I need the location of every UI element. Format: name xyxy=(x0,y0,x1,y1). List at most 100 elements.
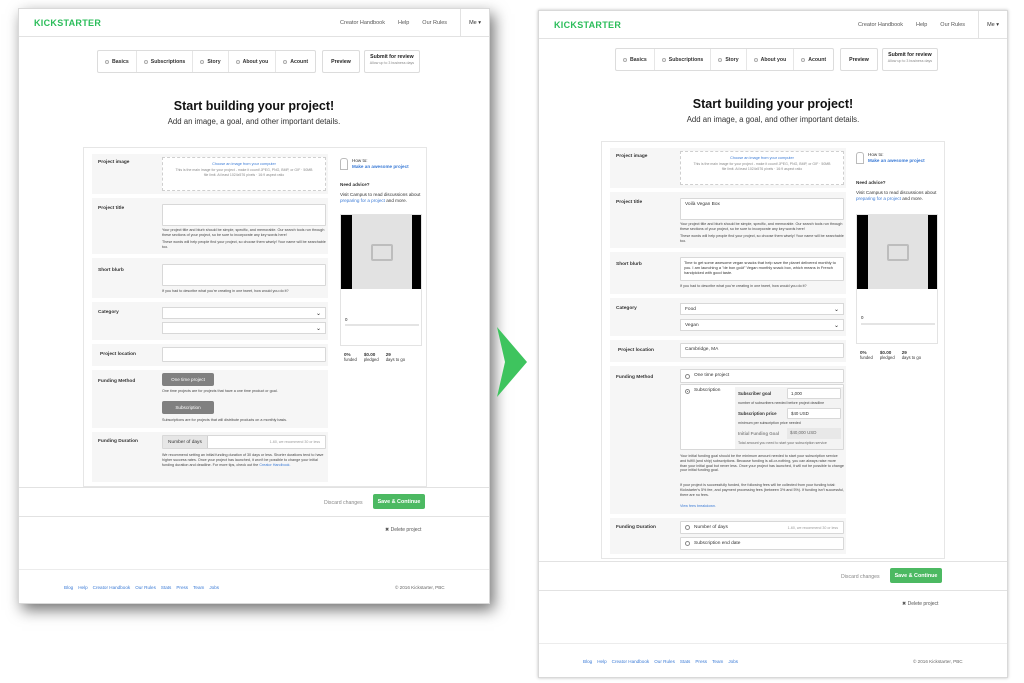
radio-one-time[interactable] xyxy=(685,374,690,379)
project-location-input[interactable]: Cambridge, MA xyxy=(680,343,844,358)
arrow-right-icon xyxy=(497,327,527,397)
choose-image-link[interactable]: Choose an image from your computer xyxy=(163,162,325,166)
tab-basics[interactable]: Basics xyxy=(98,51,137,72)
delete-project-link[interactable]: ✖ Delete project xyxy=(902,601,938,607)
chevron-down-icon: ⌄ xyxy=(315,325,321,332)
project-image-row: Project image Choose an image from your … xyxy=(92,154,328,194)
footer-link-blog[interactable]: Blog xyxy=(64,585,73,590)
nav-our-rules[interactable]: Our Rules xyxy=(422,20,447,26)
image-upload-area[interactable]: Choose an image from your computer This … xyxy=(162,157,326,191)
tab-account[interactable]: Acount xyxy=(794,49,833,70)
submit-for-review-button[interactable]: Submit for review Allow up to 3 business… xyxy=(363,50,421,73)
discard-changes-link[interactable]: Discard changes xyxy=(324,500,363,506)
copyright: © 2016 Kickstarter, PBC xyxy=(395,585,445,590)
one-time-project-button[interactable]: One time project xyxy=(162,373,214,386)
nav-creator-handbook[interactable]: Creator Handbook xyxy=(340,20,385,26)
subscription-option[interactable]: Subscription Subscriber goal 1,000 numbe… xyxy=(680,384,844,450)
tab-subscriptions[interactable]: Subscriptions xyxy=(655,49,712,70)
view-fees-link[interactable]: View fees breakdown. xyxy=(680,504,716,509)
footer-link-jobs[interactable]: Jobs xyxy=(728,659,738,664)
subcategory-select[interactable]: ⌄ xyxy=(162,322,326,334)
footer-link-stats[interactable]: Stats xyxy=(680,659,690,664)
chevron-down-icon: ⌄ xyxy=(833,322,839,329)
delete-project-link[interactable]: ✖ Delete project xyxy=(385,527,421,533)
nav-help[interactable]: Help xyxy=(398,20,409,26)
save-continue-button[interactable]: Save & Continue xyxy=(373,494,425,509)
preview-button[interactable]: Preview xyxy=(322,50,360,73)
submit-for-review-button[interactable]: Submit for review Allow up to 3 business… xyxy=(881,48,939,71)
nav-me-menu[interactable]: Me ▾ xyxy=(460,9,489,36)
duration-end-date-option[interactable]: Subscription end date xyxy=(680,537,844,550)
tab-subscriptions[interactable]: Subscriptions xyxy=(137,51,194,72)
number-of-days-tab[interactable]: Number of days xyxy=(163,436,208,448)
radio-subscription[interactable] xyxy=(685,389,690,394)
radio-number-of-days[interactable] xyxy=(685,525,690,530)
subscription-button[interactable]: Subscription xyxy=(162,401,214,414)
subscriber-goal-input[interactable]: 1,000 xyxy=(787,388,841,399)
footer-link-blog[interactable]: Blog xyxy=(583,659,592,664)
image-upload-area[interactable]: Choose an image from your computer This … xyxy=(680,151,844,185)
footer-link-press[interactable]: Press xyxy=(695,659,707,664)
preparing-link[interactable]: preparing for a project xyxy=(856,196,901,201)
category-select[interactable]: ⌄ xyxy=(162,307,326,319)
funding-method-row: Funding Method One time project Subscrip… xyxy=(610,366,846,514)
project-preview-card: 0 xyxy=(856,214,938,344)
duration-help: We recommend setting an initial funding … xyxy=(162,453,324,467)
tab-about-you[interactable]: About you xyxy=(229,51,277,72)
project-title-input[interactable]: Voilà Vegan Box xyxy=(680,198,844,220)
subcategory-select[interactable]: Vegan ⌄ xyxy=(680,319,844,331)
subscription-price-input[interactable]: $40 USD xyxy=(787,408,841,419)
duration-days-option[interactable]: Number of days 1-60, we recommend 30 or … xyxy=(680,521,844,534)
footer-link-our-rules[interactable]: Our Rules xyxy=(654,659,675,664)
project-title-row: Project title Your project title and blu… xyxy=(92,198,328,254)
tab-basics[interactable]: Basics xyxy=(616,49,655,70)
creator-handbook-link[interactable]: Creator Handbook. xyxy=(259,463,290,467)
footer-link-press[interactable]: Press xyxy=(176,585,188,590)
tab-story[interactable]: Story xyxy=(193,51,229,72)
project-title-input[interactable] xyxy=(162,204,326,226)
project-image-row: Project image Choose an image from your … xyxy=(610,148,846,188)
subscriptions-icon xyxy=(143,59,148,64)
nav-me-menu[interactable]: Me ▾ xyxy=(978,11,1007,38)
kickstarter-logo[interactable]: KICKSTARTER xyxy=(554,20,621,30)
short-blurb-input[interactable]: Time to get some awesome vegan snacks th… xyxy=(680,257,844,281)
footer-link-help[interactable]: Help xyxy=(597,659,606,664)
short-blurb-input[interactable] xyxy=(162,264,326,286)
choose-image-link[interactable]: Choose an image from your computer xyxy=(681,156,843,160)
tab-account[interactable]: Acount xyxy=(276,51,315,72)
page-after: KICKSTARTER Creator Handbook Help Our Ru… xyxy=(538,10,1008,678)
tab-about-you[interactable]: About you xyxy=(747,49,795,70)
footer-link-help[interactable]: Help xyxy=(78,585,87,590)
action-bar: Discard changes Save & Continue xyxy=(19,487,489,517)
nav-creator-handbook[interactable]: Creator Handbook xyxy=(858,22,903,28)
howto-link[interactable]: Make an awesome project xyxy=(868,158,925,164)
basics-icon xyxy=(623,57,627,62)
radio-end-date[interactable] xyxy=(685,541,690,546)
one-time-option[interactable]: One time project xyxy=(680,369,844,383)
preview-button[interactable]: Preview xyxy=(840,48,878,71)
footer-link-jobs[interactable]: Jobs xyxy=(209,585,219,590)
footer-link-creator-handbook[interactable]: Creator Handbook xyxy=(612,659,650,664)
preparing-link[interactable]: preparing for a project xyxy=(340,198,385,203)
howto-link[interactable]: Make an awesome project xyxy=(352,164,409,170)
page-title: Start building your project! xyxy=(173,99,335,113)
tab-story[interactable]: Story xyxy=(711,49,747,70)
save-continue-button[interactable]: Save & Continue xyxy=(890,568,942,583)
project-location-input[interactable] xyxy=(162,347,326,362)
nav-help[interactable]: Help xyxy=(916,22,927,28)
footer-link-team[interactable]: Team xyxy=(712,659,723,664)
copyright: © 2016 Kickstarter, PBC xyxy=(913,659,963,664)
footer-link-stats[interactable]: Stats xyxy=(161,585,171,590)
short-blurb-row: Short blurb Time to get some awesome veg… xyxy=(610,252,846,294)
nav-our-rules[interactable]: Our Rules xyxy=(940,22,965,28)
comparison-canvas: KICKSTARTER Creator Handbook Help Our Ru… xyxy=(0,0,1024,683)
kickstarter-logo[interactable]: KICKSTARTER xyxy=(34,18,101,28)
page-subtitle: Add an image, a goal, and other importan… xyxy=(686,115,860,124)
footer-link-our-rules[interactable]: Our Rules xyxy=(135,585,156,590)
discard-changes-link[interactable]: Discard changes xyxy=(841,574,880,580)
lightbulb-icon xyxy=(340,158,348,170)
footer-link-creator-handbook[interactable]: Creator Handbook xyxy=(93,585,131,590)
funding-duration-input[interactable]: Number of days 1-60, we recommend 30 or … xyxy=(162,435,326,449)
category-select[interactable]: Food ⌄ xyxy=(680,303,844,315)
footer-link-team[interactable]: Team xyxy=(193,585,204,590)
